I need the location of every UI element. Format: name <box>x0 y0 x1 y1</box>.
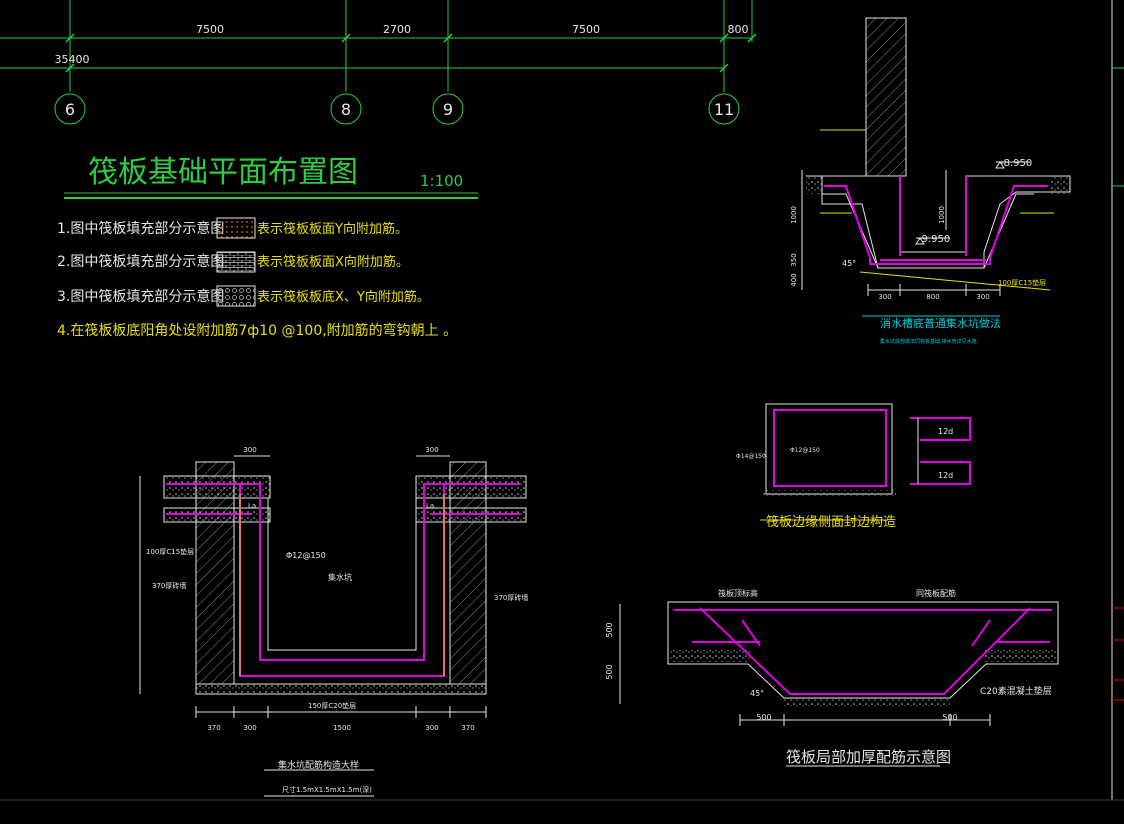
grid-dim-1: 7500 <box>196 23 224 36</box>
sump-dim-bottom-4: 300 <box>425 724 438 732</box>
axis-label-8: 8 <box>341 100 351 119</box>
legend-swatch-x <box>216 251 256 273</box>
plan-title: 筏板基础平面布置图 <box>88 155 358 190</box>
legend-swatch-y <box>216 217 256 239</box>
thicken-title: 筏板局部加厚配筋示意图 <box>786 748 951 766</box>
pit-level-low: -9.950 <box>918 234 950 245</box>
sump-dim-top-1: 300 <box>243 446 256 454</box>
pit-cushion: 100厚C15垫层 <box>998 278 1046 287</box>
note-3-right: 表示筏板板底X、Y向附加筋。 <box>257 289 430 305</box>
sump-wall-right: 370厚砖墙 <box>494 593 528 602</box>
drawing-frame <box>0 0 1124 801</box>
thicken-dim-bottom-1: 500 <box>756 713 771 722</box>
sump-dim-bottom-3: 1500 <box>333 724 351 732</box>
thicken-dim-left-1: 500 <box>605 622 614 637</box>
sump-la-label: La <box>248 502 256 510</box>
plan-scale: 1:100 <box>420 172 463 190</box>
cad-drawing: 7500 2700 7500 800 35400 6 8 9 11 筏板基础平面… <box>0 0 1124 801</box>
edge-detail-drawing <box>760 403 971 521</box>
axis-bubbles <box>54 93 740 125</box>
pit-subtitle: 集水坑底部做法同筏板基础,排水管详见水施. <box>880 338 979 345</box>
note-2-left: 2.图中筏板填充部分示意图 <box>57 253 224 270</box>
pit-level-high: -8.950 <box>1000 158 1032 169</box>
sump-bottom-cushion: 150厚C20垫层 <box>308 701 356 710</box>
edge-rebar-2: Φ14@150 <box>736 453 766 460</box>
pit-dim-right: 1000 <box>938 206 946 224</box>
edge-d2: 12d <box>938 471 953 480</box>
pit-dim-left-2: 350 <box>790 253 798 266</box>
edge-rebar: Φ12@150 <box>790 447 820 454</box>
pit-title: 消水槽底普通集水坑做法 <box>880 316 1001 330</box>
sump-subtitle: 尺寸1.5mX1.5mX1.5m(深) <box>282 785 372 794</box>
edge-title: 筏板边缘侧面封边构造 <box>766 514 896 530</box>
sump-rebar: Φ12@150 <box>286 551 326 560</box>
thicken-dim-left-2: 500 <box>605 664 614 679</box>
edge-d1: 12d <box>938 427 953 436</box>
sump-title: 集水坑配筋构造大样 <box>278 759 359 771</box>
grid-dimension-lines <box>0 0 757 92</box>
sump-dim-bottom-1: 370 <box>207 724 220 732</box>
thicken-dim-bottom-2: 500 <box>942 713 957 722</box>
sump-la-label-2: La <box>426 502 434 510</box>
grid-dim-3: 7500 <box>572 23 600 36</box>
sump-dim-bottom-5: 370 <box>461 724 474 732</box>
sump-wall-left: 370厚砖墙 <box>152 581 186 590</box>
note-1-right: 表示筏板板面Y向附加筋。 <box>257 221 408 237</box>
pit-dim-bottom-2: 800 <box>926 293 939 301</box>
thicken-cushion: C20素混凝土垫层 <box>980 685 1052 697</box>
grid-dim-2: 2700 <box>383 23 411 36</box>
grid-dim-4: 800 <box>728 23 749 36</box>
sump-dim-bottom-2: 300 <box>243 724 256 732</box>
thicken-angle: 45° <box>750 689 764 698</box>
note-1-left: 1.图中筏板填充部分示意图 <box>57 220 224 237</box>
sump-dim-top-2: 300 <box>425 446 438 454</box>
axis-label-9: 9 <box>443 100 453 119</box>
legend-swatch-bottom <box>216 285 256 307</box>
pit-dim-bottom-1: 300 <box>878 293 891 301</box>
pit-dim-bottom-3: 300 <box>976 293 989 301</box>
axis-label-6: 6 <box>65 100 75 119</box>
note-2-right: 表示筏板板面X向附加筋。 <box>257 254 409 270</box>
note-4: 4.在筏板板底阳角处设附加筋7ф10 @100,附加筋的弯钩朝上 。 <box>57 322 457 339</box>
thicken-top-label: 筏板顶标高 <box>718 588 758 598</box>
sump-cushion-left: 100厚C15垫层 <box>146 547 194 556</box>
grid-total-dim: 35400 <box>55 53 90 66</box>
thicken-top-rebar: 同筏板配筋 <box>916 588 956 598</box>
sump-detail-drawing <box>139 455 527 797</box>
pit-dim-left-1: 1000 <box>790 206 798 224</box>
pit-angle: 45° <box>842 259 856 268</box>
axis-label-11: 11 <box>714 100 734 119</box>
thicken-detail-drawing <box>619 601 1059 767</box>
pit-dim-left-3: 400 <box>790 273 798 286</box>
sump-center-label: 集水坑 <box>328 572 352 582</box>
note-3-left: 3.图中筏板填充部分示意图 <box>57 288 224 305</box>
